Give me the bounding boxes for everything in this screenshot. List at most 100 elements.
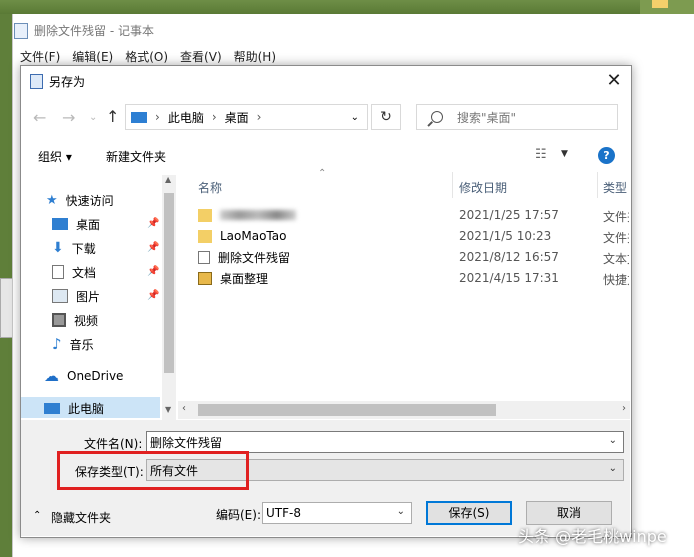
music-icon: ♪ [52, 335, 62, 353]
breadcrumb-this-pc[interactable]: 此电脑 [168, 109, 204, 126]
pin-icon[interactable]: 📌 [147, 266, 159, 277]
save-button[interactable]: 保存(S) [426, 501, 512, 525]
pin-icon[interactable]: 📌 [147, 218, 159, 229]
document-icon [52, 265, 64, 279]
chevron-down-icon[interactable]: ⌄ [609, 463, 617, 474]
filename-field[interactable]: 删除文件残留 ⌄ [146, 431, 624, 453]
chevron-up-icon[interactable]: ⌃ [33, 510, 41, 521]
video-icon [52, 313, 66, 327]
refresh-icon: ↻ [380, 109, 392, 125]
nav-desktop[interactable]: 桌面 [52, 214, 100, 234]
file-row[interactable]: 删除文件残留 [198, 247, 628, 267]
pin-icon[interactable]: 📌 [147, 242, 159, 253]
nav-music[interactable]: ♪ 音乐 [52, 334, 94, 354]
scrollbar-thumb[interactable] [164, 193, 174, 373]
file-name: 删除文件残留 [218, 250, 291, 265]
pin-icon[interactable]: 📌 [147, 290, 159, 301]
nav-pictures[interactable]: 图片 [52, 286, 100, 306]
organize-button[interactable]: 组织 ▾ [38, 148, 72, 165]
nav-label: 桌面 [76, 217, 101, 232]
desktop-icon [52, 218, 68, 230]
nav-this-pc[interactable]: 此电脑 [44, 398, 104, 418]
close-icon[interactable]: ✕ [600, 70, 628, 92]
nav-scrollbar[interactable]: ▲ ▼ [162, 175, 176, 420]
menu-edit[interactable]: 编辑(E) [72, 48, 113, 65]
file-date: 2021/1/5 10:23 [459, 229, 552, 243]
chevron-down-icon[interactable]: ⌄ [397, 506, 405, 517]
column-modified[interactable]: 修改日期 [459, 179, 507, 196]
chevron-right-icon: › [155, 110, 160, 124]
back-arrow-icon[interactable]: ← [33, 109, 46, 127]
up-arrow-icon[interactable]: ↑ [106, 108, 119, 126]
hide-folders-button[interactable]: 隐藏文件夹 [51, 509, 111, 526]
nav-quick-access[interactable]: ★ 快速访问 [46, 190, 114, 210]
encoding-select[interactable]: UTF-8 ⌄ [262, 502, 412, 524]
file-name: LaoMaoTao [220, 229, 287, 243]
file-type: 快捷方式 [603, 273, 629, 287]
notepad-title-bar: 删除文件残留 - 记事本 [14, 22, 154, 39]
nav-label: 视频 [74, 313, 99, 328]
notepad-icon [30, 74, 43, 89]
star-icon: ★ [46, 192, 58, 208]
text-file-icon [198, 250, 210, 264]
scroll-left-icon[interactable]: ‹ [182, 403, 186, 414]
sort-up-icon: ⌃ [318, 168, 327, 179]
address-bar[interactable]: › 此电脑 › 桌面 › ⌄ [125, 104, 368, 130]
menu-format[interactable]: 格式(O) [125, 48, 168, 65]
column-divider[interactable] [597, 172, 598, 198]
nav-label: 此电脑 [68, 401, 105, 416]
new-folder-button[interactable]: 新建文件夹 [106, 148, 166, 165]
cloud-icon: ☁ [44, 367, 59, 385]
chevron-down-icon[interactable]: ⌄ [351, 112, 359, 123]
file-row[interactable]: LaoMaoTao [198, 226, 628, 246]
column-type[interactable]: 类型 [603, 179, 627, 196]
file-row[interactable]: 桌面整理 [198, 268, 628, 288]
column-divider[interactable] [452, 172, 453, 198]
refresh-button[interactable]: ↻ [371, 104, 401, 130]
picture-icon [52, 289, 68, 303]
encoding-value: UTF-8 [266, 506, 301, 520]
computer-icon [44, 402, 60, 414]
search-input[interactable]: 搜索"桌面" [416, 104, 618, 130]
column-name[interactable]: 名称 [198, 179, 222, 196]
file-date: 2021/1/25 17:57 [459, 208, 559, 222]
menu-file[interactable]: 文件(F) [20, 48, 60, 65]
nav-label: 快速访问 [65, 193, 114, 208]
scroll-right-icon[interactable]: › [622, 403, 626, 414]
notepad-menu-bar: 文件(F) 编辑(E) 格式(O) 查看(V) 帮助(H) [20, 48, 276, 65]
highlight-annotation [57, 451, 249, 490]
scroll-down-icon[interactable]: ▼ [165, 405, 171, 414]
nav-label: OneDrive [67, 369, 124, 383]
chevron-down-icon[interactable]: ▼ [561, 149, 568, 159]
cancel-button[interactable]: 取消 [526, 501, 612, 525]
shortcut-icon [198, 271, 212, 285]
search-icon [431, 111, 443, 123]
help-icon[interactable]: ? [598, 147, 615, 164]
nav-documents[interactable]: 文档 [52, 262, 96, 282]
nav-onedrive[interactable]: ☁ OneDrive [44, 366, 123, 386]
desktop-background [0, 0, 694, 14]
scrollbar-thumb[interactable] [198, 404, 496, 416]
view-options-icon[interactable]: ☷ [535, 147, 547, 162]
filename-value: 删除文件残留 [150, 435, 223, 450]
nav-videos[interactable]: 视频 [52, 310, 98, 330]
file-date: 2021/8/12 16:57 [459, 250, 559, 264]
notepad-title: 删除文件残留 - 记事本 [34, 24, 154, 38]
file-type: 文本文档 [603, 252, 629, 266]
file-row[interactable] [198, 205, 628, 225]
menu-help[interactable]: 帮助(H) [234, 48, 276, 65]
nav-label: 图片 [76, 289, 101, 304]
file-name: 桌面整理 [220, 271, 269, 286]
recent-chevron-icon[interactable]: ⌄ [89, 109, 97, 127]
blurred-file-name [220, 210, 296, 220]
menu-view[interactable]: 查看(V) [180, 48, 222, 65]
filename-label: 文件名(N): [84, 437, 143, 451]
nav-label: 音乐 [69, 337, 94, 352]
horizontal-scrollbar[interactable]: ‹ › [178, 401, 630, 419]
search-placeholder: 搜索"桌面" [457, 110, 517, 125]
breadcrumb-desktop[interactable]: 桌面 [225, 109, 249, 126]
chevron-down-icon[interactable]: ⌄ [609, 435, 617, 446]
scroll-up-icon[interactable]: ▲ [165, 175, 171, 184]
nav-downloads[interactable]: ⬇ 下载 [52, 238, 96, 258]
forward-arrow-icon[interactable]: → [62, 109, 75, 127]
